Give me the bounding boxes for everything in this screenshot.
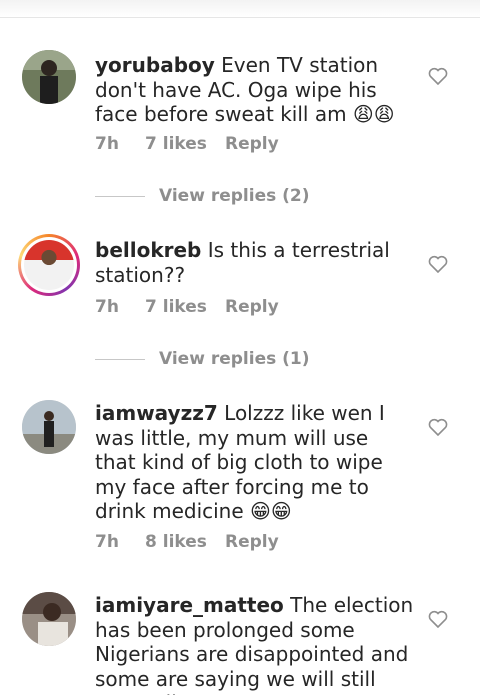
avatar-iamiyare-matteo[interactable] [22, 592, 76, 646]
view-replies-button[interactable]: View replies (1) [95, 347, 455, 371]
likes-count[interactable]: 7 likes [145, 297, 225, 317]
username[interactable]: yorubaboy [95, 53, 215, 77]
comment-text: iamwayzz7 Lolzzz like wen I was little, … [95, 401, 415, 524]
view-replies-label: View replies (1) [159, 349, 310, 369]
username[interactable]: iamwayzz7 [95, 401, 218, 425]
divider-line [95, 358, 145, 360]
heart-outline-icon[interactable] [428, 255, 448, 273]
top-scroll-edge [0, 0, 480, 18]
likes-count[interactable]: 7 likes [145, 134, 225, 154]
avatar-iamwayzz7[interactable] [22, 400, 76, 454]
comment-text: bellokreb Is this a terrestrial station?… [95, 238, 415, 287]
comment-text: yorubaboy Even TV station don't have AC.… [95, 53, 415, 127]
emoji: 😩😩 [352, 102, 395, 126]
reply-button[interactable]: Reply [225, 297, 279, 317]
avatar-bellokreb[interactable] [18, 234, 80, 296]
comment-meta: 7h 7 likes Reply [95, 134, 279, 154]
timestamp: 7h [95, 297, 119, 317]
reply-button[interactable]: Reply [225, 532, 279, 552]
heart-outline-icon[interactable] [428, 418, 448, 436]
comment-text: iamiyare_matteo The election has been pr… [95, 593, 415, 695]
comment-meta: 7h 7 likes Reply [95, 297, 279, 317]
heart-outline-icon[interactable] [428, 610, 448, 628]
username[interactable]: bellokreb [95, 238, 201, 262]
heart-outline-icon[interactable] [428, 67, 448, 85]
likes-count[interactable]: 8 likes [145, 532, 225, 552]
reply-button[interactable]: Reply [225, 134, 279, 154]
timestamp: 7h [95, 134, 119, 154]
view-replies-label: View replies (2) [159, 186, 310, 206]
username[interactable]: iamiyare_matteo [95, 593, 284, 617]
timestamp: 7h [95, 532, 119, 552]
comment-meta: 7h 8 likes Reply [95, 532, 279, 552]
view-replies-button[interactable]: View replies (2) [95, 184, 455, 208]
avatar-yorubaboy[interactable] [22, 50, 76, 104]
emoji: 😁😁 [250, 499, 292, 523]
divider-line [95, 195, 145, 197]
